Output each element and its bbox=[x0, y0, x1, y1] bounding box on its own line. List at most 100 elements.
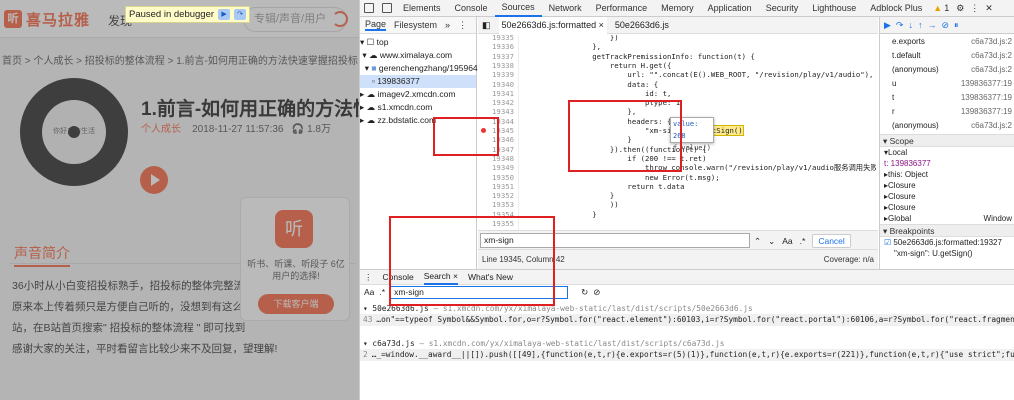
tab-network[interactable]: Network bbox=[542, 3, 589, 13]
line-number[interactable]: 19351 bbox=[478, 182, 518, 191]
breakpoints-header[interactable]: ▾ Breakpoints bbox=[880, 224, 1014, 237]
scope-global-row[interactable]: ▸Global Window bbox=[880, 213, 1014, 224]
resume-icon[interactable]: ▶ bbox=[884, 20, 891, 31]
code-line[interactable]: )) bbox=[522, 200, 619, 209]
line-number[interactable]: 19337 bbox=[478, 52, 518, 61]
line-number[interactable]: 19335 bbox=[478, 35, 518, 42]
scope-line[interactable]: ▸Closure bbox=[880, 191, 1014, 202]
breakpoint-item[interactable]: ☑ 50e2663d6.js:formatted:19327 bbox=[880, 237, 1014, 248]
drawer-menu-icon[interactable]: ⋮ bbox=[364, 272, 373, 283]
code-line[interactable]: id: t, bbox=[522, 89, 671, 98]
tab-lighthouse[interactable]: Lighthouse bbox=[805, 3, 863, 13]
line-number[interactable]: 19352 bbox=[478, 191, 518, 200]
tab-memory[interactable]: Memory bbox=[654, 3, 701, 13]
annotation-box-breakpoint bbox=[433, 117, 499, 156]
line-number[interactable]: 19342 bbox=[478, 98, 518, 107]
tree-item-top[interactable]: ▾ ☐ top bbox=[360, 36, 476, 49]
navigator-menu-icon[interactable]: ⋮ bbox=[458, 20, 467, 31]
scope-line[interactable]: ▸this: Object bbox=[880, 169, 1014, 180]
breakpoints-title: Breakpoints bbox=[889, 226, 935, 236]
tree-item-domain[interactable]: ▸ ☁ s1.xmcdn.com bbox=[360, 101, 476, 114]
step-icon[interactable]: → bbox=[927, 20, 936, 30]
settings-icon[interactable]: ⚙ bbox=[956, 3, 964, 14]
tree-item-domain[interactable]: ▾ ☁ www.ximalaya.com bbox=[360, 49, 476, 62]
tree-item-domain[interactable]: ▸ ☁ imagev2.xmcdn.com bbox=[360, 88, 476, 101]
tab-application[interactable]: Application bbox=[701, 3, 759, 13]
more-options-icon[interactable]: ⋮ bbox=[970, 3, 979, 14]
call-frame[interactable]: t 139836377:19 bbox=[880, 91, 1014, 105]
code-line[interactable]: return t.data bbox=[522, 182, 684, 191]
find-next-icon[interactable]: ⌄ bbox=[768, 236, 775, 247]
pause-on-exceptions-icon[interactable]: ⏸ bbox=[954, 20, 959, 31]
line-number[interactable]: 19343 bbox=[478, 107, 518, 116]
scope-line[interactable]: ▾Local bbox=[880, 147, 1014, 158]
call-frame[interactable]: (anonymous) c6a73d.js:2 bbox=[880, 119, 1014, 133]
code-line[interactable]: getTrackPremissionInfo: function(t) { bbox=[522, 52, 755, 61]
find-prev-icon[interactable]: ⌃ bbox=[754, 236, 761, 247]
line-number[interactable]: 19338 bbox=[478, 61, 518, 70]
line-number[interactable]: 19349 bbox=[478, 163, 518, 172]
code-line[interactable]: new Error(t.msg); bbox=[522, 173, 720, 182]
scope-line: ▸Global bbox=[884, 214, 912, 223]
warning-icon[interactable]: ▲ bbox=[933, 3, 942, 13]
step-out-icon[interactable]: ↑ bbox=[918, 20, 923, 30]
code-line[interactable]: }, bbox=[522, 42, 601, 51]
more-tabs-icon[interactable]: » bbox=[445, 20, 450, 30]
regex-button[interactable]: .* bbox=[800, 236, 806, 246]
call-frame[interactable]: e.exports c6a73d.js:2 bbox=[880, 35, 1014, 49]
call-frame[interactable]: u 139836377:19 bbox=[880, 77, 1014, 91]
call-frame[interactable]: r 139836377:19 bbox=[880, 105, 1014, 119]
close-icon[interactable]: ✕ bbox=[985, 3, 993, 14]
search-regex-button[interactable]: .* bbox=[379, 287, 385, 297]
cancel-button[interactable]: Cancel bbox=[812, 234, 851, 248]
line-number[interactable]: 19339 bbox=[478, 70, 518, 79]
close-tab-icon[interactable]: × bbox=[599, 20, 604, 30]
code-line[interactable]: data: { bbox=[522, 80, 658, 89]
step-over-icon[interactable]: ↷ bbox=[234, 9, 247, 20]
code-line[interactable]: return H.get({ bbox=[522, 61, 672, 70]
result-file[interactable]: ▾ c6a73d.js — s1.xmcdn.com/yx/ximalaya-w… bbox=[360, 338, 1014, 349]
call-frame[interactable]: (anonymous) c6a73d.js:2 bbox=[880, 63, 1014, 77]
result-line[interactable]: 43 …on"==typeof Symbol&&Symbol.for,o=r?Sy… bbox=[360, 314, 1014, 326]
line-number[interactable]: 19353 bbox=[478, 200, 518, 209]
refresh-icon[interactable]: ↻ bbox=[581, 287, 588, 298]
scope-header[interactable]: ▾ Scope bbox=[880, 134, 1014, 147]
line-number[interactable]: 19336 bbox=[478, 42, 518, 51]
tab-filesystem[interactable]: Filesystem bbox=[394, 20, 437, 30]
tree-item-file[interactable]: ▫ 139836377 bbox=[360, 75, 476, 88]
tab-page[interactable]: Page bbox=[365, 19, 387, 31]
search-case-button[interactable]: Aa bbox=[364, 287, 374, 297]
breakpoint-checkbox[interactable]: ☑ bbox=[884, 238, 891, 247]
inspect-element-icon[interactable] bbox=[364, 3, 374, 13]
line-number[interactable]: 19341 bbox=[478, 89, 518, 98]
debugger-controls: ▶ ↷ ↓ ↑ → ⊘ ⏸ bbox=[880, 17, 1014, 34]
step-over-icon[interactable]: ↷ bbox=[896, 20, 904, 31]
editor-tab-original[interactable]: 50e2663d6.js bbox=[615, 20, 669, 30]
tab-sources[interactable]: Sources bbox=[494, 0, 542, 17]
match-case-button[interactable]: Aa bbox=[782, 236, 792, 246]
tree-item-folder[interactable]: ▾ ■ gerenchengzhang/19596428 bbox=[360, 62, 487, 75]
tab-adblock[interactable]: Adblock Plus bbox=[863, 3, 929, 13]
device-toolbar-icon[interactable] bbox=[382, 3, 392, 13]
frame-loc: c6a73d.js:2 bbox=[971, 37, 1012, 46]
clear-icon[interactable]: ⊘ bbox=[593, 287, 600, 298]
scope-line[interactable]: ▸Closure bbox=[880, 180, 1014, 191]
code-line[interactable]: url: "".concat(E().WEB_ROOT, "/revision/… bbox=[522, 70, 873, 79]
resume-icon[interactable]: ▶ bbox=[218, 9, 231, 20]
scope-line[interactable]: ▸Closure bbox=[880, 202, 1014, 213]
code-line[interactable]: } bbox=[522, 191, 614, 200]
call-frame[interactable]: t.default c6a73d.js:2 bbox=[880, 49, 1014, 63]
line-number[interactable]: 19340 bbox=[478, 80, 518, 89]
step-into-icon[interactable]: ↓ bbox=[908, 20, 913, 30]
tab-elements[interactable]: Elements bbox=[396, 3, 448, 13]
editor-tab-formatted[interactable]: 50e2663d6.js:formatted × bbox=[498, 16, 607, 34]
tab-performance[interactable]: Performance bbox=[589, 3, 655, 13]
tab-security[interactable]: Security bbox=[759, 3, 806, 13]
line-number[interactable]: 19350 bbox=[478, 173, 518, 182]
tab-console[interactable]: Console bbox=[448, 3, 495, 13]
toggle-navigator-icon[interactable]: ◧ bbox=[482, 20, 491, 31]
code-line[interactable]: }) bbox=[522, 35, 619, 42]
deactivate-breakpoints-icon[interactable]: ⊘ bbox=[941, 20, 949, 31]
result-line[interactable]: 2 …_=window.__award__||[]).push([[49],{fu… bbox=[360, 349, 1014, 361]
scope-line[interactable]: t: 139836377 bbox=[880, 158, 1014, 169]
